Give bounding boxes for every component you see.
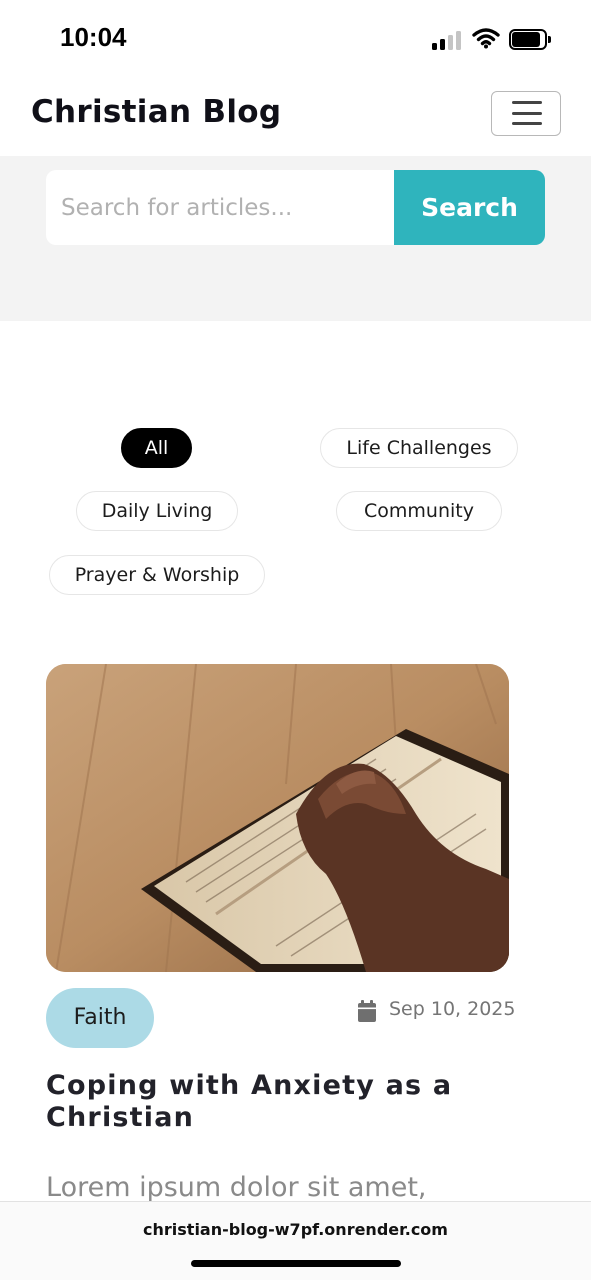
- wifi-icon: [472, 28, 500, 49]
- battery-icon: [509, 29, 551, 50]
- filter-chip-prayer-worship[interactable]: Prayer & Worship: [49, 555, 265, 595]
- site-header: Christian Blog: [0, 78, 591, 156]
- hamburger-icon-bar: [512, 101, 542, 104]
- search-input[interactable]: [46, 170, 394, 245]
- status-bar: 10:04: [0, 0, 591, 78]
- hamburger-icon-bar: [512, 111, 542, 115]
- filter-chip-life-challenges[interactable]: Life Challenges: [320, 428, 518, 468]
- search-section: Search: [0, 156, 591, 321]
- cellular-signal-icon: [432, 30, 462, 50]
- url-text[interactable]: christian-blog-w7pf.onrender.com: [0, 1220, 591, 1239]
- hamburger-menu-button[interactable]: [491, 91, 561, 136]
- article-title[interactable]: Coping with Anxiety as a Christian: [46, 1070, 516, 1134]
- article-image[interactable]: [46, 664, 509, 972]
- status-time: 10:04: [60, 22, 127, 52]
- search-button[interactable]: Search: [394, 170, 545, 245]
- article-date-text: Sep 10, 2025: [389, 998, 516, 1020]
- hamburger-icon-bar: [512, 122, 542, 125]
- category-tag[interactable]: Faith: [46, 988, 154, 1048]
- browser-url-bar[interactable]: christian-blog-w7pf.onrender.com: [0, 1201, 591, 1280]
- home-indicator[interactable]: [191, 1260, 401, 1267]
- praying-hands-on-bible-image: [46, 664, 509, 972]
- filter-chip-daily-living[interactable]: Daily Living: [76, 491, 238, 531]
- filter-chip-all[interactable]: All: [121, 428, 192, 468]
- article-excerpt: Lorem ipsum dolor sit amet,: [46, 1172, 427, 1203]
- page: 10:04 Christian Blog Search for articles…: [0, 0, 591, 1280]
- filter-chip-community[interactable]: Community: [336, 491, 502, 531]
- site-brand[interactable]: Christian Blog: [31, 94, 281, 130]
- calendar-icon: [358, 1000, 376, 1022]
